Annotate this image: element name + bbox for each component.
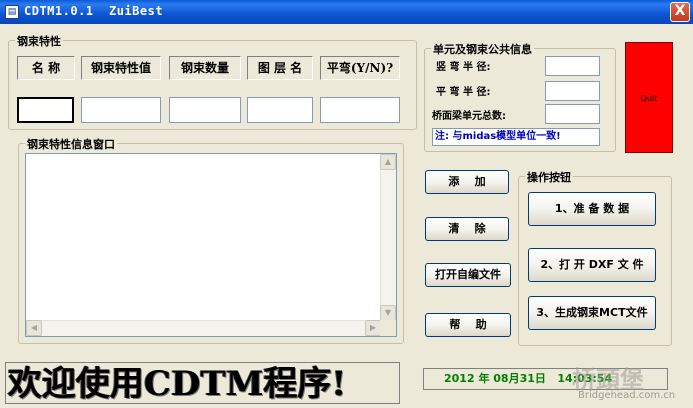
layer-name-input[interactable]: [247, 97, 313, 123]
welcome-banner-text: 欢迎使用CDTM程序!: [8, 364, 347, 404]
header-layer-name: 图 层 名: [247, 56, 313, 80]
scroll-left-icon[interactable]: ◀: [26, 320, 42, 336]
horizontal-bend-input[interactable]: [320, 97, 400, 123]
clear-button[interactable]: 清 除: [425, 217, 509, 241]
operations-group-title: 操作按钮: [525, 169, 573, 185]
scroll-up-icon[interactable]: ▲: [380, 154, 396, 170]
tendon-info-textarea[interactable]: ▲ ▼ ◀ ▶: [25, 153, 397, 337]
window-title: CDTM1.0.1 ZuiBest: [24, 4, 164, 18]
welcome-banner: 欢迎使用CDTM程序!: [5, 362, 400, 404]
horizontal-scrollbar[interactable]: ◀ ▶: [26, 320, 381, 336]
time-spacer: [546, 372, 558, 385]
header-tendon-count: 钢束数量: [169, 56, 241, 80]
tendon-value-input[interactable]: [81, 97, 161, 123]
help-button[interactable]: 帮 助: [425, 313, 511, 337]
header-horizontal-bend: 平弯(Y/N)?: [320, 56, 400, 80]
vertical-radius-input[interactable]: [545, 56, 600, 76]
units-note: 注: 与midas模型单位一致!: [432, 128, 600, 146]
date-text: 2012 年 08月31日: [444, 372, 546, 385]
scroll-right-icon[interactable]: ▶: [365, 320, 381, 336]
open-custom-file-button[interactable]: 打开自编文件: [425, 263, 511, 287]
name-input[interactable]: [17, 97, 74, 123]
common-group-title: 单元及钢束公共信息: [431, 41, 534, 57]
open-dxf-button[interactable]: 2、打 开 DXF 文 件: [528, 248, 656, 282]
quit-button[interactable]: Quit: [625, 42, 673, 153]
scroll-down-icon[interactable]: ▼: [380, 305, 396, 321]
scroll-corner: [380, 320, 396, 336]
header-tendon-value: 钢束特性值: [81, 56, 161, 80]
generate-mct-button[interactable]: 3、生成钢束MCT文件: [528, 296, 656, 330]
info-group-title: 钢束特性信息窗口: [25, 136, 117, 152]
vertical-radius-label: 竖 弯 半 径:: [436, 62, 491, 73]
tendon-count-input[interactable]: [169, 97, 241, 123]
horizontal-radius-input[interactable]: [545, 81, 600, 101]
app-icon[interactable]: ▤: [5, 5, 19, 19]
vertical-scrollbar[interactable]: ▲ ▼: [380, 154, 396, 321]
watermark-url: Bridgehead.com.cn: [578, 390, 676, 401]
props-group-title: 钢束特性: [15, 33, 63, 49]
element-count-label: 桥面梁单元总数:: [432, 111, 506, 122]
element-count-input[interactable]: [545, 104, 600, 124]
prepare-data-button[interactable]: 1、准 备 数 据: [528, 192, 656, 226]
title-bar: ▤ CDTM1.0.1 ZuiBest X: [0, 0, 693, 24]
close-button[interactable]: X: [670, 2, 690, 22]
header-name: 名 称: [17, 56, 75, 80]
horizontal-radius-label: 平 弯 半 径:: [436, 87, 491, 98]
add-button[interactable]: 添 加: [425, 170, 509, 194]
